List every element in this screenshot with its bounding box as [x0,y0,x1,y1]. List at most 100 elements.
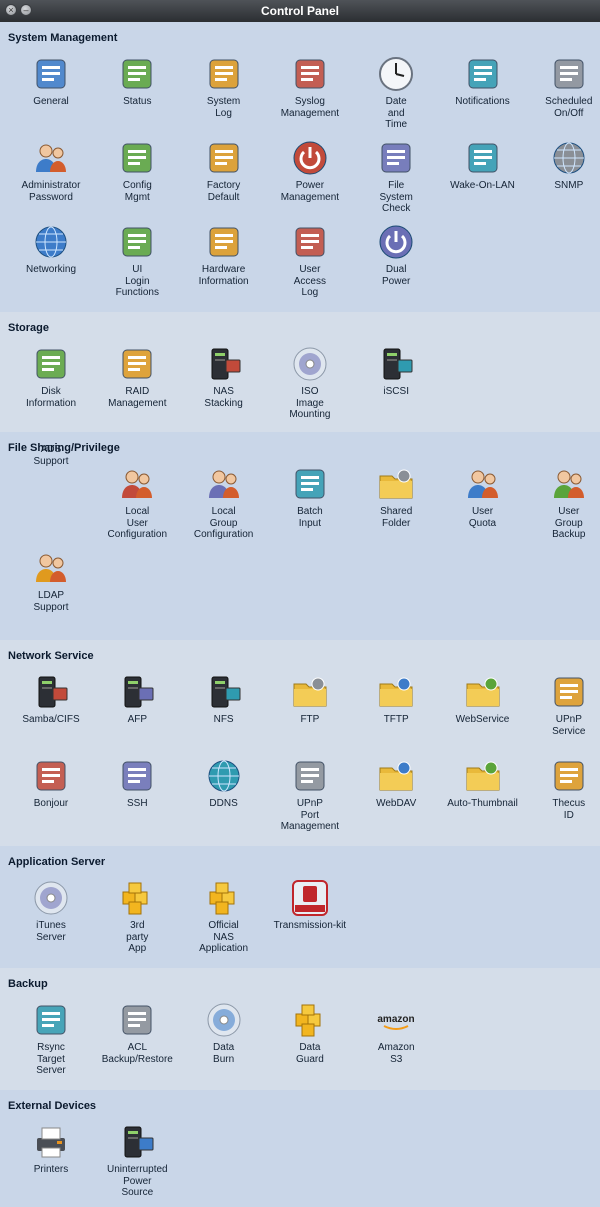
control-item-bonjour[interactable]: Bonjour [8,756,94,810]
control-item-user-quota[interactable]: User Quota [440,464,526,529]
control-item-syslog-management[interactable]: Syslog Management [267,54,353,119]
clock-icon [379,57,414,91]
section-storage: Storage Disk Information RAID Management NA… [0,312,600,432]
control-item-nas-stacking[interactable]: NAS Stacking [181,344,267,409]
control-item-hardware-information[interactable]: Hardware Information [181,222,267,287]
afp-server-icon [124,676,154,708]
circuit-board-icon [209,227,239,257]
control-item-webservice[interactable]: WebService [440,672,526,726]
control-item-label: Batch Input [297,506,323,529]
local-users-icon [122,470,153,498]
samba-server-icon [38,676,68,708]
batch-input-icon [295,469,325,499]
control-item-power-management[interactable]: Power Management [267,138,353,203]
control-item-local-user-configuration[interactable]: Local User Configuration [94,464,180,541]
control-item-label: UPnP Port Management [280,798,340,832]
control-item-afp[interactable]: AFP [94,672,180,726]
control-item-auto-thumbnail[interactable]: Auto-Thumbnail [440,756,526,810]
monitor-magnifier-icon [36,59,66,89]
clipboard-access-log-icon [295,227,325,257]
control-item-label: User Access Log [293,264,326,298]
control-item-label: Syslog Management [280,96,340,119]
control-item-uninterrupted-power-source[interactable]: Uninterrupted Power Source [94,1122,180,1199]
rsync-icon [36,1005,66,1035]
control-item-official-nas-application[interactable]: Official NAS Application [181,878,267,955]
control-item-shared-folder[interactable]: Shared Folder [353,464,439,529]
section-system-management: System Management General Status System Log… [0,22,600,312]
control-item-thecus-id[interactable]: Thecus ID [526,756,600,821]
control-item-nfs[interactable]: NFS [181,672,267,726]
section-backup: Backup Rsync Target Server ACL Backup/Rest… [0,968,600,1090]
control-item-label: Uninterrupted Power Source [107,1164,168,1198]
green-arrows-reset-icon [209,143,239,173]
control-item-networking[interactable]: Networking [8,222,94,276]
control-item-ads-support[interactable]: ADS Support [8,442,94,467]
printer-icon [37,1127,65,1158]
control-item-label: File System Check [379,180,413,214]
control-item-scheduled-on-off[interactable]: Scheduled On/Off [526,54,600,119]
control-item-label: RAID Management [108,386,167,409]
control-item-config-mgmt[interactable]: Config Mgmt [94,138,180,203]
control-item-label: WebDAV [376,798,417,809]
control-item-disk-information[interactable]: Disk Information [8,344,94,409]
control-item-label: FTP [300,714,320,725]
control-item-system-log[interactable]: System Log [181,54,267,119]
control-item-iso-image-mounting[interactable]: ISO Image Mounting [267,344,353,421]
control-item-itunes-server[interactable]: iTunes Server [8,878,94,943]
control-item-upnp-service[interactable]: UPnP Service [526,672,600,737]
control-item-dual-power[interactable]: Dual Power [353,222,439,287]
control-item-factory-default[interactable]: Factory Default [181,138,267,203]
control-item-data-burn[interactable]: Data Burn [181,1000,267,1065]
control-item-label: Transmission-kit [273,920,347,931]
control-item-ssh[interactable]: SSH [94,756,180,810]
bonjour-icon [36,761,66,791]
control-item-administrator-password[interactable]: Administrator Password [8,138,94,203]
control-item-label: SNMP [554,180,584,191]
control-item-ddns[interactable]: DDNS [181,756,267,810]
svg-text:amazon: amazon [378,1014,415,1025]
control-item-snmp[interactable]: SNMP [526,138,600,192]
control-item-upnp-port-management[interactable]: UPnP Port Management [267,756,353,833]
control-item-ldap-support[interactable]: LDAP Support [8,548,94,613]
section-title: Storage [8,322,49,334]
network-globe-icon [35,226,67,258]
control-item-transmission-kit[interactable]: Transmission-kit [267,878,353,932]
control-item-label: Networking [25,264,77,275]
control-item-3rd-party-app[interactable]: 3rd party App [94,878,180,955]
control-item-label: Config Mgmt [122,180,152,203]
shared-folder-icon [379,469,413,499]
control-item-printers[interactable]: Printers [8,1122,94,1176]
data-burn-disc-icon [207,1003,241,1037]
ssh-lock-icon [122,761,152,791]
control-item-file-system-check[interactable]: File System Check [353,138,439,215]
control-item-ftp[interactable]: FTP [267,672,353,726]
control-item-user-group-backup[interactable]: User Group Backup [526,464,600,541]
control-item-samba-cifs[interactable]: Samba/CIFS [8,672,94,726]
control-item-label: General [33,96,69,107]
control-item-date-and-time[interactable]: Date and Time [353,54,439,131]
control-item-acl-backup-restore[interactable]: ACL Backup/Restore [94,1000,180,1065]
control-item-iscsi[interactable]: iSCSI [353,344,439,398]
control-item-ui-login-functions[interactable]: UI Login Functions [94,222,180,299]
acl-backup-icon [122,1005,152,1035]
control-item-tftp[interactable]: TFTP [353,672,439,726]
control-item-rsync-target-server[interactable]: Rsync Target Server [8,1000,94,1077]
control-item-label: DDNS [209,798,238,809]
control-item-general[interactable]: General [8,54,94,108]
control-item-raid-management[interactable]: RAID Management [94,344,180,409]
webservice-folder-icon [466,677,499,707]
control-item-label: ACL Backup/Restore [101,1042,173,1065]
control-item-user-access-log[interactable]: User Access Log [267,222,353,299]
control-item-local-group-configuration[interactable]: Local Group Configuration [181,464,267,541]
control-item-wake-on-lan[interactable]: Wake-On-LAN [440,138,526,192]
control-item-amazon-s3[interactable]: amazon Amazon S3 [353,1000,439,1065]
control-item-notifications[interactable]: Notifications [440,54,526,108]
ftp-folder-icon [293,677,327,707]
control-item-label: UI Login Functions [115,264,159,298]
control-item-webdav[interactable]: WebDAV [353,756,439,810]
control-item-batch-input[interactable]: Batch Input [267,464,353,529]
control-item-status[interactable]: Status [94,54,180,108]
control-item-label: WebService [455,714,510,725]
control-item-data-guard[interactable]: Data Guard [267,1000,353,1065]
section-application-server: Application Server iTunes Server 3rd party… [0,846,600,968]
